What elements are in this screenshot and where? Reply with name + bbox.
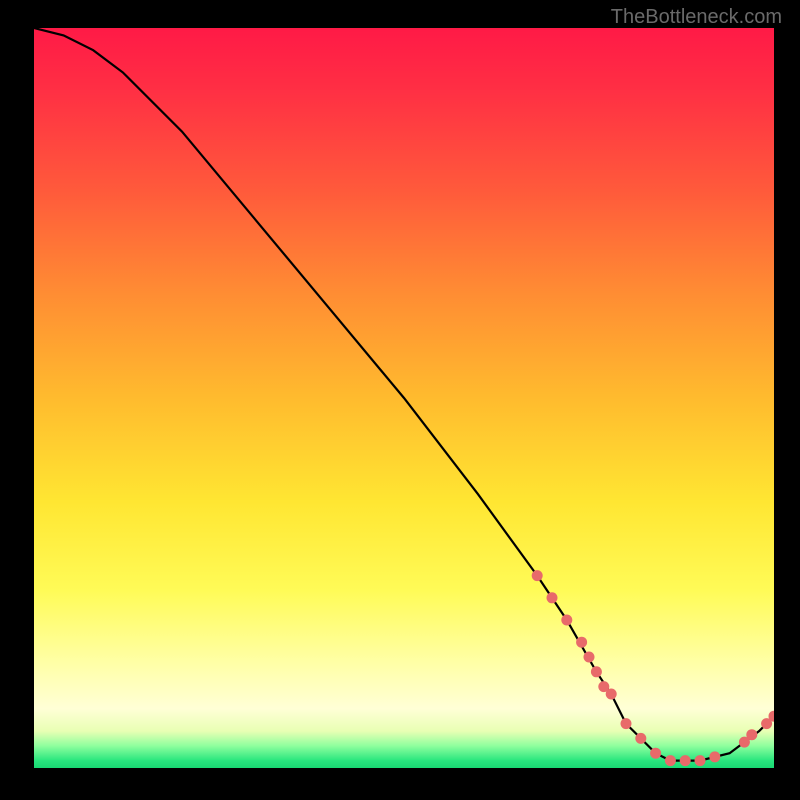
marker-dot xyxy=(561,615,572,626)
marker-dot xyxy=(650,748,661,759)
curve-markers xyxy=(532,570,774,766)
chart-plot-area xyxy=(34,28,774,768)
marker-dot xyxy=(665,755,676,766)
marker-dot xyxy=(621,718,632,729)
marker-dot xyxy=(591,666,602,677)
marker-dot xyxy=(532,570,543,581)
marker-dot xyxy=(576,637,587,648)
watermark-text: TheBottleneck.com xyxy=(611,6,782,29)
marker-dot xyxy=(584,652,595,663)
curve-line xyxy=(34,28,774,761)
marker-dot xyxy=(547,592,558,603)
marker-dot xyxy=(746,729,757,740)
marker-dot xyxy=(606,689,617,700)
marker-dot xyxy=(680,755,691,766)
marker-dot xyxy=(635,733,646,744)
marker-dot xyxy=(709,751,720,762)
chart-svg xyxy=(34,28,774,768)
marker-dot xyxy=(695,755,706,766)
